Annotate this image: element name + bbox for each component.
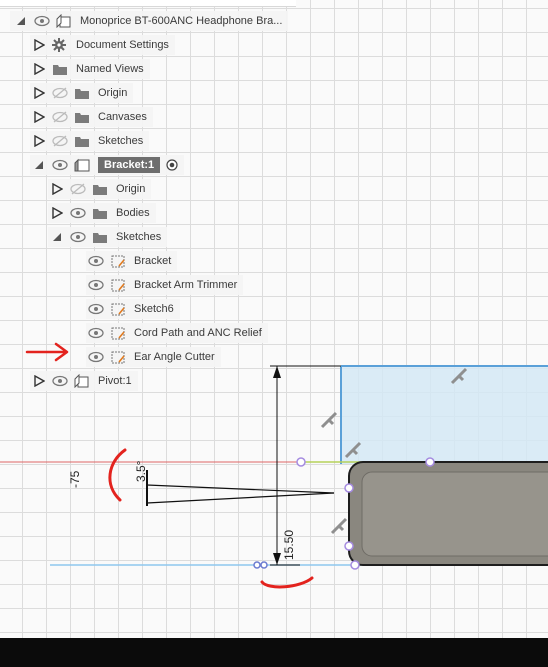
tree-item-component-bracket[interactable]: Bracket:1 (30, 154, 185, 176)
collapse-arrow-icon[interactable] (32, 158, 46, 172)
tree-item-document-settings[interactable]: Document Settings (30, 34, 175, 56)
eye-icon[interactable] (88, 279, 104, 291)
tree-item-label: Origin (98, 87, 128, 99)
tree-root-label: Monoprice BT-600ANC Headphone Bra... (80, 15, 283, 27)
folder-icon (92, 206, 108, 220)
tree-item-named-views[interactable]: Named Views (30, 58, 150, 80)
activate-radio-icon[interactable] (166, 159, 178, 171)
tree-item-label: Document Settings (76, 39, 169, 51)
tree-item-bracket-sketches[interactable]: Sketches (48, 226, 168, 248)
expand-arrow-icon[interactable] (32, 374, 46, 388)
eye-icon[interactable] (88, 327, 104, 339)
dimension-arrow (273, 553, 281, 565)
angle-dimension-line (146, 492, 335, 504)
tree-item-component-pivot[interactable]: Pivot:1 (30, 370, 138, 392)
sketch-icon (110, 278, 126, 292)
tree-item-label: Canvases (98, 111, 147, 123)
annotation-arrow (25, 342, 69, 362)
dimension-arrow (273, 366, 281, 378)
eye-hidden-icon[interactable] (52, 111, 68, 123)
eye-hidden-icon[interactable] (52, 87, 68, 99)
bracket-body-face (361, 471, 548, 557)
tree-item-label: Bracket (134, 255, 172, 267)
folder-icon (74, 86, 90, 100)
perpendicular-constraint-icon[interactable] (320, 411, 338, 429)
tree-item-label: Cord Path and ANC Relief (134, 327, 262, 339)
bottom-bar (0, 638, 548, 667)
expand-arrow-icon[interactable] (32, 62, 46, 76)
tree-item-label: Named Views (76, 63, 144, 75)
sketch-point[interactable] (344, 483, 354, 493)
sketch-point[interactable] (425, 457, 435, 467)
eye-icon[interactable] (52, 375, 68, 387)
folder-icon (52, 62, 68, 76)
tree-item-sketch-cord-path[interactable]: Cord Path and ANC Relief (86, 322, 268, 344)
tree-item-label: Pivot:1 (98, 375, 132, 387)
dimension-left-value[interactable]: -75 (68, 471, 82, 488)
gear-icon (52, 38, 68, 52)
component-icon (74, 374, 90, 388)
eye-icon[interactable] (70, 207, 86, 219)
annotation-underline (260, 576, 314, 589)
tree-root[interactable]: Monoprice BT-600ANC Headphone Bra... (10, 10, 289, 32)
eye-icon[interactable] (88, 255, 104, 267)
component-label: Bracket:1 (98, 157, 161, 173)
tree-item-sketches[interactable]: Sketches (30, 130, 150, 152)
tree-item-sketch-bracket-arm-trimmer[interactable]: Bracket Arm Trimmer (86, 274, 244, 296)
tree-item-label: Ear Angle Cutter (134, 351, 215, 363)
tree-item-label: Sketch6 (134, 303, 174, 315)
tree-item-label: Sketches (116, 231, 162, 243)
sketch-point[interactable] (350, 560, 360, 570)
tree-item-sketch-bracket[interactable]: Bracket (86, 250, 178, 272)
folder-icon (74, 134, 90, 148)
dimension-height-value[interactable]: 15.50 (282, 530, 296, 560)
component-icon (74, 158, 90, 172)
eye-icon[interactable] (88, 303, 104, 315)
perpendicular-constraint-icon[interactable] (330, 517, 348, 535)
tree-item-canvases[interactable]: Canvases (30, 106, 153, 128)
folder-icon (92, 230, 108, 244)
sketch-icon (110, 254, 126, 268)
sketch-point[interactable] (296, 457, 306, 467)
sketch-point[interactable] (253, 561, 261, 569)
expand-arrow-icon[interactable] (50, 206, 64, 220)
dimension-angle-value[interactable]: 3.5° (134, 461, 148, 482)
sketch-point[interactable] (260, 561, 268, 569)
eye-hidden-icon[interactable] (70, 183, 86, 195)
eye-icon[interactable] (52, 159, 68, 171)
folder-icon (74, 110, 90, 124)
expand-arrow-icon[interactable] (50, 182, 64, 196)
eye-icon[interactable] (70, 231, 86, 243)
tree-item-sketch-ear-angle-cutter[interactable]: Ear Angle Cutter (86, 346, 221, 368)
component-icon (56, 14, 72, 28)
collapse-arrow-icon[interactable] (50, 230, 64, 244)
expand-arrow-icon[interactable] (32, 110, 46, 124)
eye-icon[interactable] (88, 351, 104, 363)
tree-item-label: Origin (116, 183, 146, 195)
eye-icon[interactable] (34, 15, 50, 27)
sketch-point[interactable] (344, 541, 354, 551)
tree-item-label: Bracket Arm Trimmer (134, 279, 238, 291)
collapse-arrow-icon[interactable] (14, 14, 28, 28)
tree-item-label: Sketches (98, 135, 144, 147)
expand-arrow-icon[interactable] (32, 134, 46, 148)
sketch-profile-region[interactable] (341, 366, 548, 464)
sketch-icon (110, 326, 126, 340)
tree-item-origin[interactable]: Origin (30, 82, 134, 104)
annotation-bracket (108, 448, 127, 502)
sketch-icon (110, 302, 126, 316)
eye-hidden-icon[interactable] (52, 135, 68, 147)
angle-dimension-line (146, 484, 335, 494)
tree-item-label: Bodies (116, 207, 150, 219)
tree-item-bracket-bodies[interactable]: Bodies (48, 202, 156, 224)
tree-item-sketch-sketch6[interactable]: Sketch6 (86, 298, 180, 320)
expand-arrow-icon[interactable] (32, 86, 46, 100)
expand-arrow-icon[interactable] (32, 38, 46, 52)
sketch-icon (110, 350, 126, 364)
tree-item-bracket-origin[interactable]: Origin (48, 178, 152, 200)
folder-icon (92, 182, 108, 196)
